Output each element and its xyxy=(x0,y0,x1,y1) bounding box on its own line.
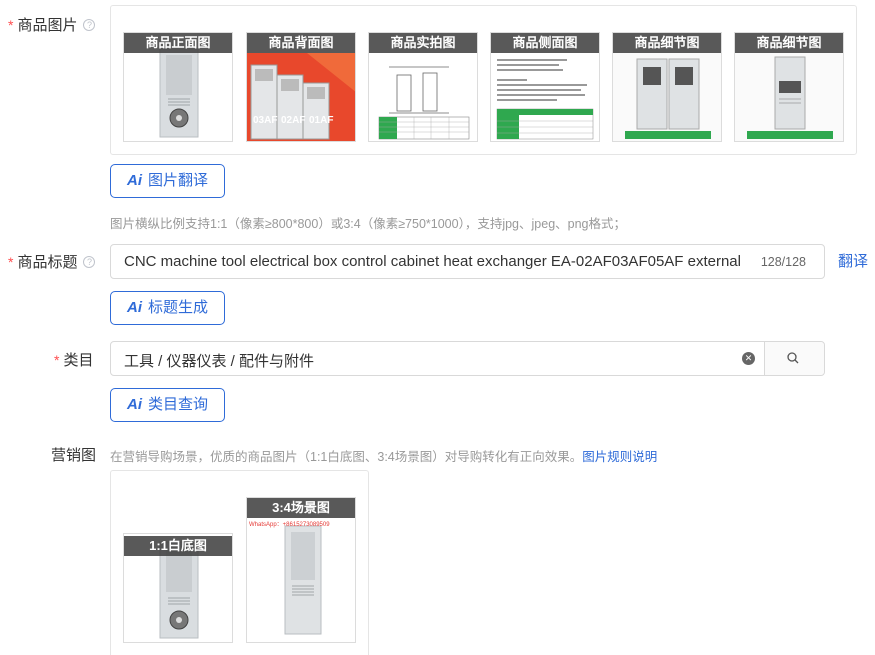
thumb-scene[interactable]: WhatsApp：+8615273089509 3:4场景图 xyxy=(246,497,356,643)
images-row-label: * 商品图片? xyxy=(8,14,96,35)
image-format-hint: 图片横纵比例支持1:1（像素≥800*800）或3:4（像素≥750*1000）… xyxy=(110,217,626,231)
image-rules-link[interactable]: 图片规则说明 xyxy=(582,450,657,464)
thumb-label: 3:4场景图 xyxy=(247,498,355,518)
title-input[interactable]: CNC machine tool electrical box control … xyxy=(110,244,825,279)
translate-link[interactable]: 翻译 xyxy=(838,250,868,271)
thumb-detail-1[interactable]: 商品细节图 xyxy=(612,32,722,142)
marketing-images-panel: 1:1白底图 WhatsApp：+8615273089509 3:4场景图 xyxy=(110,470,369,655)
ai-icon: Ai xyxy=(127,396,142,413)
category-value: 工具 / 仪器仪表 / 配件与附件 xyxy=(124,353,315,370)
ai-icon: Ai xyxy=(127,299,142,316)
marketing-hint: 在营销导购场景，优质的商品图片（1:1白底图、3:4场景图）对导购转化有正向效果… xyxy=(110,446,657,465)
thumb-label: 1:1白底图 xyxy=(124,536,232,556)
model-01: 01AF xyxy=(309,115,334,126)
category-row-label: * 类目 xyxy=(54,349,93,370)
title-row-label: * 商品标题? xyxy=(8,251,96,272)
required-mark: * xyxy=(54,352,60,368)
title-generate-button[interactable]: Ai 标题生成 xyxy=(110,291,226,325)
thumb-side[interactable]: 商品侧面图 xyxy=(490,32,600,142)
title-generate-label: 标题生成 xyxy=(148,299,209,316)
help-icon[interactable]: ? xyxy=(83,19,96,31)
category-label: 类目 xyxy=(63,352,94,369)
image-translate-label: 图片翻译 xyxy=(148,172,209,189)
thumb-label: 商品实拍图 xyxy=(369,33,477,53)
thumb-back[interactable]: 03AF 02AF 01AF 商品背面图 xyxy=(246,32,356,142)
required-mark: * xyxy=(8,254,14,270)
marketing-label: 营销图 xyxy=(51,447,97,464)
thumb-label: 商品背面图 xyxy=(247,33,355,53)
image-translate-button[interactable]: Ai 图片翻译 xyxy=(110,164,226,198)
product-images-panel: 商品正面图 03AF 02AF 01AF 商品背面图 商品实拍图 商品侧面图 商… xyxy=(110,5,857,155)
clear-icon[interactable]: ✕ xyxy=(742,352,755,365)
thumb-label: 商品细节图 xyxy=(735,33,843,53)
whatsapp-text: WhatsApp：+8615273089509 xyxy=(249,522,330,528)
help-icon[interactable]: ? xyxy=(83,256,96,268)
required-mark: * xyxy=(8,17,14,33)
thumb-front[interactable]: 商品正面图 xyxy=(123,32,233,142)
title-value: CNC machine tool electrical box control … xyxy=(124,253,741,270)
ai-icon: Ai xyxy=(127,172,142,189)
thumb-label: 商品正面图 xyxy=(124,33,232,53)
thumb-white-bg[interactable]: 1:1白底图 xyxy=(123,533,233,643)
search-icon xyxy=(787,352,799,364)
marketing-hint-text: 在营销导购场景，优质的商品图片（1:1白底图、3:4场景图）对导购转化有正向效果… xyxy=(110,450,583,464)
model-03: 03AF xyxy=(253,115,278,126)
category-query-label: 类目查询 xyxy=(148,396,209,413)
title-label: 商品标题 xyxy=(17,254,78,271)
category-query-button[interactable]: Ai 类目查询 xyxy=(110,388,226,422)
thumb-detail-2[interactable]: 商品细节图 xyxy=(734,32,844,142)
category-search-button[interactable] xyxy=(764,342,824,375)
images-label: 商品图片 xyxy=(17,17,78,34)
category-select[interactable]: 工具 / 仪器仪表 / 配件与附件 ✕ xyxy=(110,341,825,376)
thumb-label: 商品细节图 xyxy=(613,33,721,53)
model-02: 02AF xyxy=(281,115,306,126)
thumb-label: 商品侧面图 xyxy=(491,33,599,53)
title-counter: 128/128 xyxy=(760,255,806,269)
thumb-real[interactable]: 商品实拍图 xyxy=(368,32,478,142)
